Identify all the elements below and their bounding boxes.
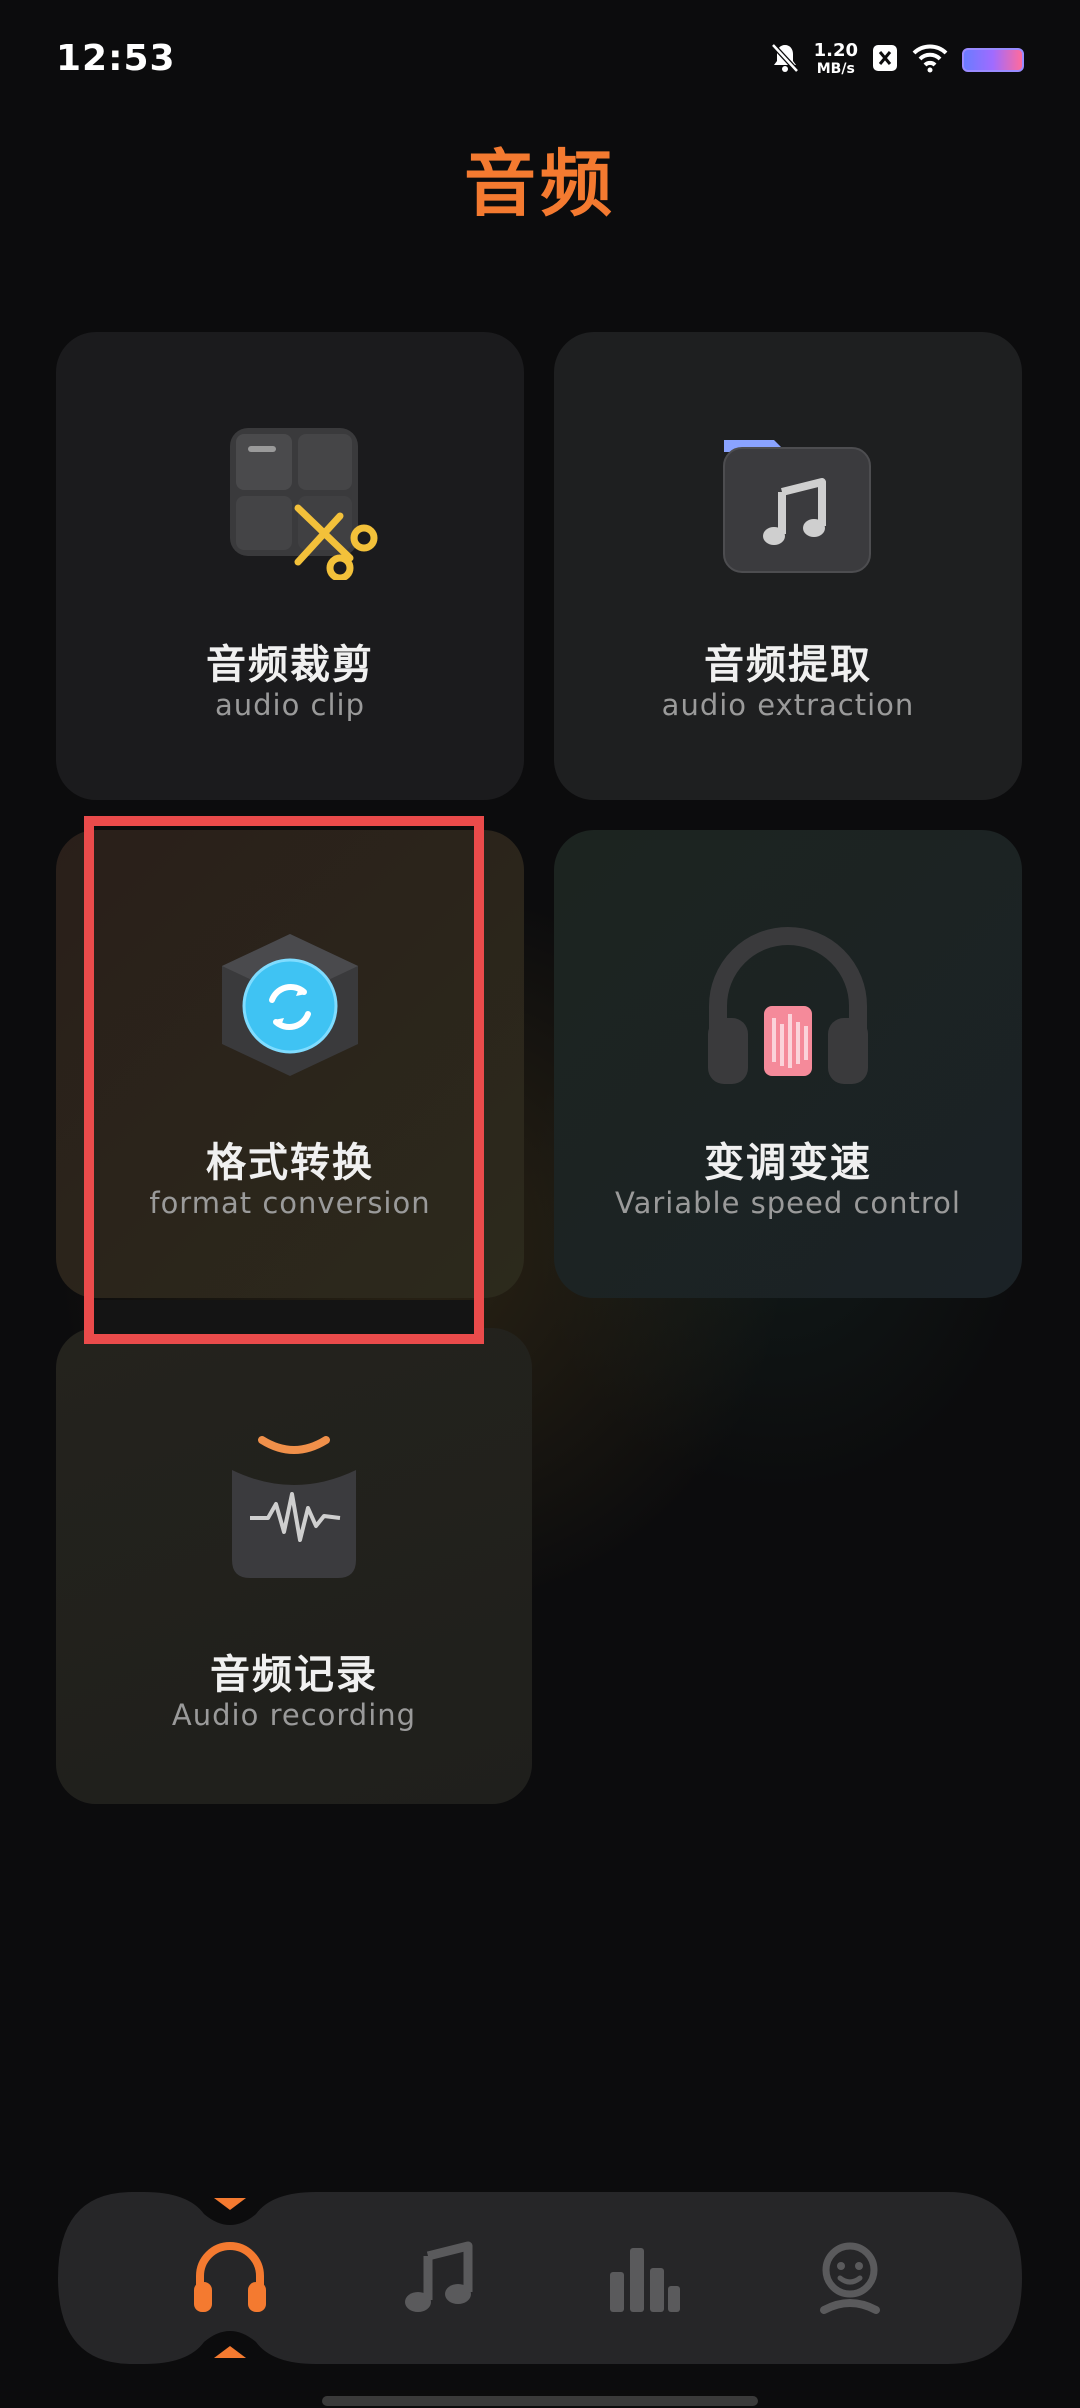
bell-off-icon [770,42,800,78]
wifi-icon [912,43,948,77]
tool-label-cn: 音频提取 [704,642,872,688]
tool-card-audio-clip[interactable]: 音频裁剪 audio clip [56,332,524,800]
tab-profile[interactable] [800,2228,900,2328]
tool-label-en: Audio recording [171,1698,417,1732]
music-folder-icon [554,420,1022,580]
music-note-icon [405,2241,473,2312]
tool-card-variable-speed[interactable]: 变调变速 Variable speed control [554,830,1022,1298]
status-icons: 1.20 MB/s [770,40,1024,80]
headphones-icon [194,2242,266,2312]
tool-card-audio-extraction[interactable]: 音频提取 audio extraction [554,332,1022,800]
tab-headphones[interactable] [180,2228,280,2328]
tool-label-cn: 变调变速 [704,1140,872,1186]
profile-face-icon [820,2242,880,2314]
bar-chart-icon [610,2248,680,2312]
scissors-grid-icon [56,420,524,580]
tab-equalizer[interactable] [594,2228,694,2328]
tool-card-audio-recording[interactable]: 音频记录 Audio recording [56,1328,532,1804]
bottom-tab-bar [58,2192,1022,2364]
headphones-icon [554,922,1022,1084]
tool-label-en: audio clip [214,688,366,722]
tool-label-cn: 音频裁剪 [206,642,374,688]
battery-icon [962,48,1024,72]
status-bar: 12:53 1.20 MB/s [0,0,1080,110]
net-speed: 1.20 MB/s [814,42,858,78]
status-time: 12:53 [56,38,176,79]
waveform-recorder-icon [56,1428,532,1588]
tool-label-en: Variable speed control [615,1186,961,1220]
close-box-icon [872,43,898,77]
page-title: 音频 [463,142,616,226]
tab-music[interactable] [388,2228,488,2328]
highlight-box [84,816,484,1344]
tool-label-en: audio extraction [661,688,915,722]
net-speed-value: 1.20 [813,40,858,61]
net-speed-unit: MB/s [816,61,855,77]
home-indicator[interactable] [322,2396,758,2406]
tool-label-cn: 音频记录 [210,1652,378,1698]
